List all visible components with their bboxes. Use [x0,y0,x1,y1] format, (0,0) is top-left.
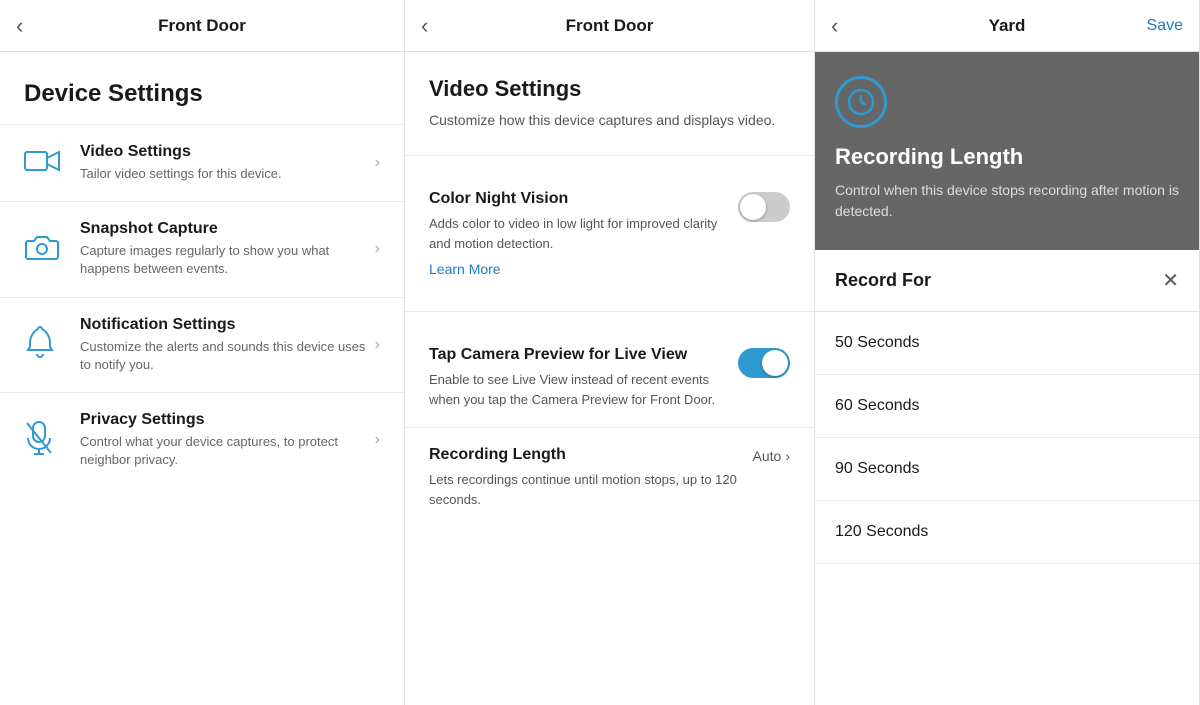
color-night-vision-toggle[interactable] [738,192,790,222]
recording-length-value: Auto [753,448,782,464]
privacy-desc: Control what your device captures, to pr… [80,433,367,469]
tap-camera-preview-option: Tap Camera Preview for Live View Enable … [405,328,814,427]
settings-item-privacy[interactable]: Privacy Settings Control what your devic… [0,392,404,487]
chevron-right-icon: › [785,448,790,464]
settings-item-video[interactable]: Video Settings Tailor video settings for… [0,124,404,201]
device-settings-title: Device Settings [0,52,404,124]
close-icon[interactable]: ✕ [1162,268,1179,293]
color-night-vision-text: Color Night Vision Adds color to video i… [429,190,729,277]
tap-camera-row: Tap Camera Preview for Live View Enable … [429,328,790,427]
panel1-back-button[interactable]: ‹ [16,15,23,37]
record-option-60[interactable]: 60 Seconds [815,375,1199,438]
recording-length-panel-desc: Control when this device stops recording… [835,180,1179,222]
settings-item-snapshot[interactable]: Snapshot Capture Capture images regularl… [0,201,404,296]
video-settings-text: Video Settings Tailor video settings for… [80,143,367,183]
recording-length-panel-title: Recording Length [835,144,1179,170]
tap-camera-title: Tap Camera Preview for Live View [429,346,729,364]
divider [405,155,814,156]
record-option-120[interactable]: 120 Seconds [815,501,1199,564]
video-settings-section-desc: Customize how this device captures and d… [429,110,790,131]
notification-text: Notification Settings Customize the aler… [80,316,367,374]
video-settings-title: Video Settings [80,143,367,161]
record-option-90[interactable]: 90 Seconds [815,438,1199,501]
tap-camera-text: Tap Camera Preview for Live View Enable … [429,346,729,409]
chevron-right-icon: › [375,240,380,258]
recording-length-title: Recording Length [429,446,753,464]
color-night-vision-title: Color Night Vision [429,190,729,208]
privacy-text: Privacy Settings Control what your devic… [80,411,367,469]
snapshot-text: Snapshot Capture Capture images regularl… [80,220,367,278]
notification-title: Notification Settings [80,316,367,334]
color-night-vision-option: Color Night Vision Adds color to video i… [405,172,814,295]
recording-length-text: Recording Length Lets recordings continu… [429,446,753,509]
panel3-header: ‹ Yard Save [815,0,1199,52]
video-settings-section-title: Video Settings [429,76,790,102]
panel2-header: ‹ Front Door [405,0,814,52]
record-option-50[interactable]: 50 Seconds [815,312,1199,375]
panel1-title: Front Door [158,16,246,36]
video-settings-panel: ‹ Front Door Video Settings Customize ho… [405,0,815,705]
save-button[interactable]: Save [1147,17,1183,35]
clock-icon [835,76,887,128]
color-night-vision-row: Color Night Vision Adds color to video i… [429,172,790,295]
settings-list: Video Settings Tailor video settings for… [0,124,404,487]
tap-camera-toggle[interactable] [738,348,790,378]
snapshot-title: Snapshot Capture [80,220,367,238]
panel2-back-button[interactable]: ‹ [421,15,428,37]
chevron-right-icon: › [375,154,380,172]
recording-length-info: Recording Length Control when this devic… [815,52,1199,250]
panel2-title: Front Door [566,16,654,36]
recording-length-desc: Lets recordings continue until motion st… [429,470,753,509]
mic-off-icon [24,420,64,461]
privacy-title: Privacy Settings [80,411,367,429]
panel1-header: ‹ Front Door [0,0,404,52]
color-night-vision-desc: Adds color to video in low light for imp… [429,214,729,253]
tap-camera-desc: Enable to see Live View instead of recen… [429,370,729,409]
record-for-label: Record For [835,270,931,291]
panel3-back-button[interactable]: ‹ [831,15,838,37]
camera-icon [24,233,64,266]
learn-more-link[interactable]: Learn More [429,261,729,277]
record-options-list: 50 Seconds 60 Seconds 90 Seconds 120 Sec… [815,312,1199,564]
record-for-panel: ‹ Yard Save Recording Length Control whe… [815,0,1200,705]
device-settings-panel: ‹ Front Door Device Settings Video Setti… [0,0,405,705]
settings-item-notification[interactable]: Notification Settings Customize the aler… [0,297,404,392]
snapshot-desc: Capture images regularly to show you wha… [80,242,367,278]
video-settings-desc: Tailor video settings for this device. [80,165,367,183]
video-icon [24,149,64,178]
bell-icon [24,325,64,364]
recording-length-value-row: Auto › [753,448,790,464]
record-for-label-row: Record For ✕ [815,250,1199,312]
panel3-title: Yard [989,16,1026,36]
video-settings-content: Video Settings Customize how this device… [405,52,814,139]
divider [405,311,814,312]
recording-length-row[interactable]: Recording Length Lets recordings continu… [405,427,814,527]
chevron-right-icon: › [375,431,380,449]
notification-desc: Customize the alerts and sounds this dev… [80,338,367,374]
chevron-right-icon: › [375,336,380,354]
